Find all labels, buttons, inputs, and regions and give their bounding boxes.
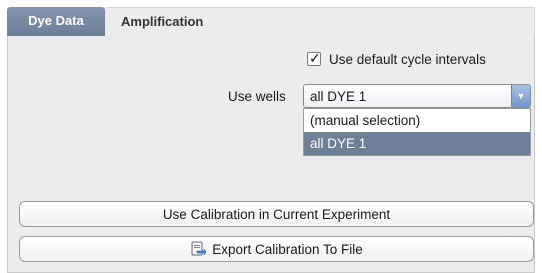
dropdown-option-manual-selection[interactable]: (manual selection) [304,109,530,132]
use-wells-select[interactable]: all DYE 1 ▼ [303,84,531,108]
export-calibration-button[interactable]: Export Calibration To File [19,236,534,262]
check-icon: ✓ [309,50,321,66]
tab-bar: Dye Data Amplification [0,0,542,36]
dropdown-option-all-dye-1[interactable]: all DYE 1 [304,132,530,155]
use-wells-dropdown-list: (manual selection) all DYE 1 [303,108,531,156]
default-cycle-intervals-checkbox[interactable]: ✓ [307,50,321,66]
export-calibration-label: Export Calibration To File [212,241,363,257]
default-cycle-intervals-option[interactable]: ✓ Use default cycle intervals [307,50,486,68]
tab-dye-data[interactable]: Dye Data [7,7,105,36]
export-file-icon [190,241,207,257]
chevron-down-icon[interactable]: ▼ [511,85,530,107]
use-wells-selected-value: all DYE 1 [310,89,367,104]
default-cycle-intervals-label: Use default cycle intervals [329,51,486,67]
use-wells-label: Use wells [228,89,286,104]
use-calibration-button[interactable]: Use Calibration in Current Experiment [19,201,534,227]
tab-amplification[interactable]: Amplification [105,7,535,36]
use-calibration-label: Use Calibration in Current Experiment [162,206,391,222]
